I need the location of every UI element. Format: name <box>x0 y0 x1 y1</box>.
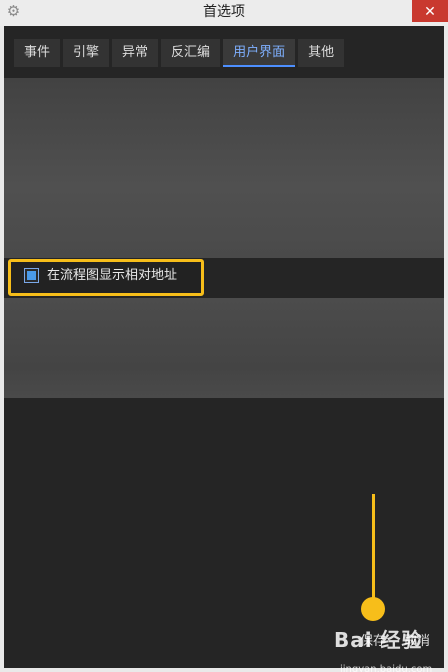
preferences-panel: 事件 引擎 异常 反汇编 用户界面 其他 在流程图显示相对地址 保存 取消 Ba… <box>4 26 444 672</box>
checkbox-check-icon <box>27 271 36 280</box>
close-button[interactable]: ✕ <box>412 0 448 22</box>
tab-exceptions[interactable]: 异常 <box>112 39 159 67</box>
annotation-pointer-line <box>372 494 375 606</box>
title-bar: ⚙ 首选项 ✕ <box>0 0 448 26</box>
blurred-options-bottom <box>4 298 444 398</box>
tab-engine[interactable]: 引擎 <box>63 39 110 67</box>
tab-disassembly[interactable]: 反汇编 <box>161 39 221 67</box>
blurred-options-top <box>4 78 444 258</box>
relative-address-label: 在流程图显示相对地址 <box>47 268 178 283</box>
watermark-url: jingyan.baidu.com <box>340 664 433 672</box>
window-title: 首选项 <box>203 4 245 20</box>
close-icon: ✕ <box>424 3 436 19</box>
tab-events[interactable]: 事件 <box>14 39 61 67</box>
tab-user-interface[interactable]: 用户界面 <box>223 39 296 67</box>
tab-other[interactable]: 其他 <box>298 39 345 67</box>
annotation-pointer-dot <box>361 597 385 621</box>
relative-address-checkbox[interactable] <box>24 268 39 283</box>
watermark-logo: Bai 经验 <box>334 628 423 652</box>
tab-bar: 事件 引擎 异常 反汇编 用户界面 其他 <box>14 39 345 67</box>
